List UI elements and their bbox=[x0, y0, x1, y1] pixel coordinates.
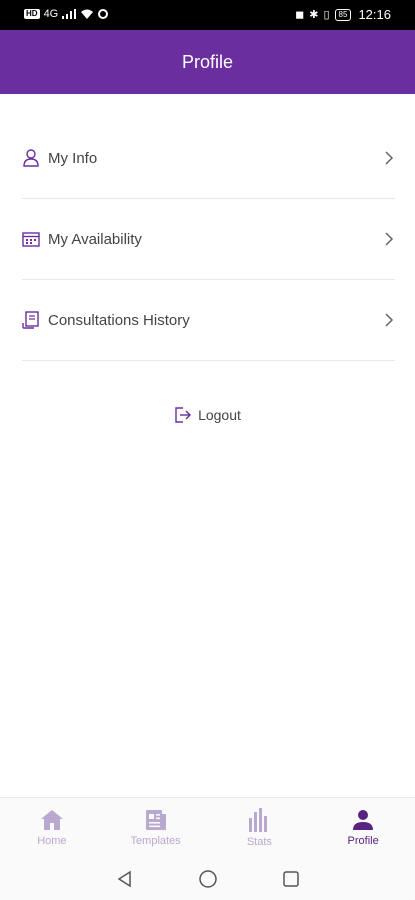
profile-menu: My Info My Availability Consultations Hi… bbox=[22, 118, 395, 361]
recents-square-icon bbox=[282, 870, 299, 887]
network-label: 4G bbox=[43, 8, 59, 20]
menu-item-content: My Availability bbox=[22, 230, 142, 248]
bottom-nav: Home Templates Stats Profile bbox=[0, 797, 415, 857]
clock: 12:16 bbox=[358, 7, 391, 22]
tab-stats[interactable]: Stats bbox=[208, 798, 312, 857]
tab-label: Home bbox=[37, 834, 67, 847]
menu-item-consultations-history[interactable]: Consultations History bbox=[22, 280, 395, 361]
tab-label: Templates bbox=[130, 834, 181, 847]
tab-label: Stats bbox=[246, 835, 272, 848]
nfc-icon: ◼ bbox=[295, 8, 305, 21]
page-title: Profile bbox=[181, 51, 234, 72]
menu-item-label: My Availability bbox=[48, 230, 142, 248]
signal-icon bbox=[62, 9, 77, 19]
chevron-right-icon bbox=[385, 313, 394, 327]
status-bar: HD 4G ◼ ✱ ▯ 85 12:16 bbox=[0, 0, 415, 30]
system-navigation-bar bbox=[0, 857, 415, 900]
menu-item-content: Consultations History bbox=[22, 311, 190, 329]
tab-home[interactable]: Home bbox=[0, 798, 104, 857]
calendar-icon bbox=[22, 230, 40, 248]
logout-label: Logout bbox=[198, 407, 241, 423]
vibrate-icon: ▯ bbox=[323, 8, 330, 21]
recents-button[interactable] bbox=[282, 870, 300, 888]
menu-item-my-info[interactable]: My Info bbox=[22, 118, 395, 199]
profile-icon bbox=[353, 809, 374, 830]
document-icon bbox=[22, 311, 40, 329]
stats-icon bbox=[249, 807, 268, 832]
wifi-icon bbox=[81, 9, 94, 19]
menu-item-my-availability[interactable]: My Availability bbox=[22, 199, 395, 280]
back-triangle-icon bbox=[117, 870, 131, 887]
app-header: Profile bbox=[0, 30, 415, 94]
logout-icon bbox=[175, 407, 192, 423]
sync-icon bbox=[98, 9, 109, 19]
tab-profile[interactable]: Profile bbox=[311, 798, 415, 857]
menu-item-content: My Info bbox=[22, 149, 97, 167]
person-icon bbox=[22, 149, 40, 167]
logout-button[interactable]: Logout bbox=[0, 407, 415, 423]
back-button[interactable] bbox=[116, 870, 134, 888]
carrier-chip: HD bbox=[24, 9, 40, 19]
bluetooth-icon: ✱ bbox=[309, 8, 319, 21]
menu-item-label: Consultations History bbox=[48, 311, 190, 329]
battery-indicator: 85 bbox=[334, 8, 352, 21]
tab-label: Profile bbox=[347, 834, 379, 847]
chevron-right-icon bbox=[385, 151, 394, 165]
templates-icon bbox=[145, 809, 166, 830]
home-icon bbox=[40, 809, 63, 830]
tab-templates[interactable]: Templates bbox=[104, 798, 208, 857]
status-left: HD 4G bbox=[24, 8, 109, 20]
chevron-right-icon bbox=[385, 232, 394, 246]
menu-item-label: My Info bbox=[48, 149, 98, 167]
status-right: ◼ ✱ ▯ 85 12:16 bbox=[295, 7, 391, 22]
home-circle-icon bbox=[198, 869, 217, 888]
home-system-button[interactable] bbox=[198, 869, 218, 889]
